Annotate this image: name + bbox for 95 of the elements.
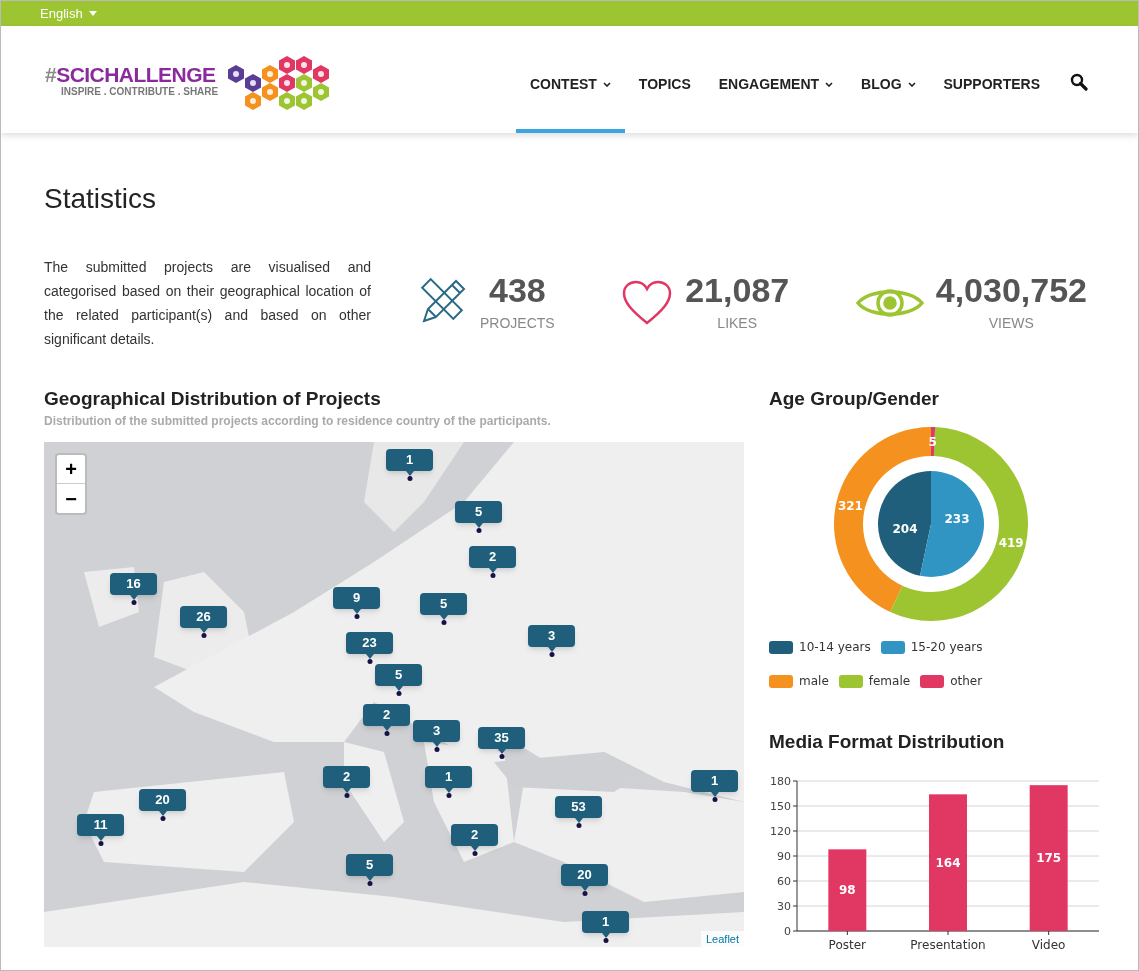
marker-pin-icon [95,836,106,846]
x-category-label: Video [1031,938,1066,952]
stat-label: LIKES [717,313,758,333]
bar-value-label: 98 [839,883,856,898]
map-marker[interactable]: 3 [528,625,575,647]
map-marker[interactable]: 5 [420,593,467,615]
heart-icon [621,280,674,326]
marker-pin-icon [393,686,404,696]
marker-pin-icon [157,811,168,821]
caret-icon [88,11,97,16]
y-tick-label: 150 [770,800,791,813]
map-marker[interactable]: 9 [333,587,380,609]
x-category-label: Poster [828,938,867,952]
section-title: Media Format Distribution [769,732,1006,751]
stat-label: VIEWS [988,313,1034,333]
marker-pin-icon [579,886,590,896]
map-marker[interactable]: 2 [363,704,410,726]
marker-pin-icon [364,876,375,886]
slice-value-label: 419 [998,536,1024,551]
map-marker[interactable]: 3 [413,720,460,742]
legend-label: female [868,673,911,690]
map-marker[interactable]: 53 [555,796,602,818]
stat-value: 438 [488,272,546,307]
marker-pin-icon [364,654,375,664]
y-tick-label: 30 [777,900,791,913]
marker-pin-icon [341,788,352,798]
nav-tab[interactable]: ENGAGEMENT [704,26,848,133]
map-marker[interactable]: 1 [425,766,472,788]
stat-value: 21,087 [685,272,790,307]
marker-pin-icon [496,749,507,759]
section-title: Geographical Distribution of Projects [44,389,382,408]
marker-pin-icon [443,788,454,798]
legend-label: 15-20 years [910,639,983,656]
map-marker[interactable]: 20 [561,864,608,886]
nav-tab[interactable]: BLOG [847,26,930,133]
map-marker[interactable]: 35 [478,727,525,749]
site-logo[interactable]: #SCICHALLENGE INSPIRE . CONTRIBUTE . SHARE [45,28,331,133]
bar-value-label: 175 [1036,851,1062,866]
marker-pin-icon [351,609,362,619]
marker-pin-icon [128,595,139,605]
marker-pin-icon [469,846,480,856]
map-marker[interactable]: 23 [346,632,393,654]
legend-label: 10-14 years [799,639,871,656]
marker-pin-icon [198,628,209,638]
map-marker[interactable]: 5 [346,854,393,876]
map-marker[interactable]: 2 [323,766,370,788]
marker-pin-icon [381,726,392,736]
bar-value-label: 164 [935,855,961,870]
x-category-label: Presentation [910,938,986,952]
y-tick-label: 60 [777,875,791,888]
legend-label: other [950,673,983,690]
map-marker[interactable]: 11 [77,814,124,836]
stat-value: 4,030,752 [935,272,1087,307]
slice-value-label: 321 [837,499,863,514]
map-marker[interactable]: 20 [139,789,186,811]
page-title: Statistics [44,185,158,213]
intro-text: The submitted projects are visualised and categorised based on their geographical location of the related participant(s) and based on other significant details. [44,258,371,349]
map-marker[interactable]: 1 [582,911,629,933]
logo-wordmark: SCICHALLENGE [56,63,216,86]
y-tick-label: 180 [770,775,791,788]
logo-tagline: INSPIRE . CONTRIBUTE . SHARE [61,87,219,97]
marker-pin-icon [404,471,415,481]
legend-label: male [799,673,829,690]
stat-label: PROJECTS [480,313,555,333]
zoom-in-button[interactable]: + [57,455,85,484]
slice-value-label: 204 [892,522,918,537]
marker-pin-icon [431,742,442,752]
marker-pin-icon [487,568,498,578]
marker-pin-icon [709,792,720,802]
map-marker[interactable]: 5 [375,664,422,686]
marker-pin-icon [573,818,584,828]
map-marker[interactable]: 2 [451,824,498,846]
map-marker[interactable]: 1 [386,449,433,471]
search-icon [1070,72,1088,91]
zoom-out-button[interactable]: − [57,484,85,513]
marker-pin-icon [600,933,611,943]
map-marker[interactable]: 2 [469,546,516,568]
logo-hash: # [45,63,57,86]
section-subtitle: Distribution of the submitted projects according to residence country of the participants. [44,413,552,430]
y-tick-label: 0 [784,925,791,938]
slice-value-label: 233 [944,511,970,526]
map-marker[interactable]: 16 [110,573,157,595]
nav-tab[interactable]: SUPPORTERS [929,26,1054,133]
map-marker[interactable]: 5 [455,501,502,523]
map[interactable]: 1 5 2 16 9 5 26 23 3 5 2 3 35 2 1 1 20 53 11 2 5 20 1 + − Leaflet [44,442,744,947]
nav-tab[interactable]: CONTEST [515,26,625,133]
marker-pin-icon [473,523,484,533]
nav-tab[interactable]: TOPICS [624,26,705,133]
section-title: Age Group/Gender [769,389,940,408]
y-tick-label: 90 [777,850,791,863]
marker-pin-icon [438,615,449,625]
map-marker[interactable]: 26 [180,606,227,628]
marker-pin-icon [546,647,557,657]
y-tick-label: 120 [770,825,791,838]
map-marker[interactable]: 1 [691,770,738,792]
